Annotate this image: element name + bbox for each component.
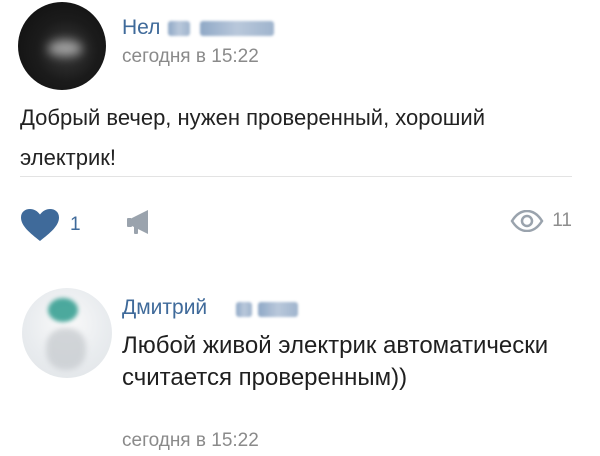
post: Нел сегодня в 15:22 Добрый вечер, нужен …: [0, 0, 600, 270]
post-author-name[interactable]: Нел: [122, 16, 160, 40]
eye-icon: [510, 210, 544, 232]
comment-author-name[interactable]: Дмитрий: [122, 296, 207, 320]
megaphone-icon[interactable]: [124, 206, 156, 238]
post-timestamp[interactable]: сегодня в 15:22: [122, 46, 259, 68]
comment: Дмитрий Любой живой электрик автоматичес…: [0, 270, 600, 456]
commenter-avatar[interactable]: [22, 288, 112, 378]
author-avatar[interactable]: [18, 2, 106, 90]
post-author-surname-blurred-2: [200, 21, 274, 36]
comment-author-surname-blurred: [236, 302, 252, 317]
comment-author-surname-blurred-2: [258, 302, 298, 317]
views-count: 11: [552, 210, 572, 231]
post-text: Добрый вечер, нужен проверенный, хороший…: [20, 105, 485, 170]
post-author-surname-blurred: [168, 21, 190, 36]
likes-count: 1: [70, 214, 81, 235]
views-counter: 11: [510, 210, 572, 232]
comment-timestamp[interactable]: сегодня в 15:22: [122, 430, 259, 452]
comment-text: Любой живой электрик автоматически счита…: [122, 332, 549, 391]
post-author-name-text: Нел: [122, 16, 161, 39]
comment-author-name-text: Дмитрий: [122, 296, 208, 319]
post-divider: [20, 176, 572, 177]
heart-icon: [21, 209, 59, 241]
like-button[interactable]: 1: [20, 208, 81, 242]
